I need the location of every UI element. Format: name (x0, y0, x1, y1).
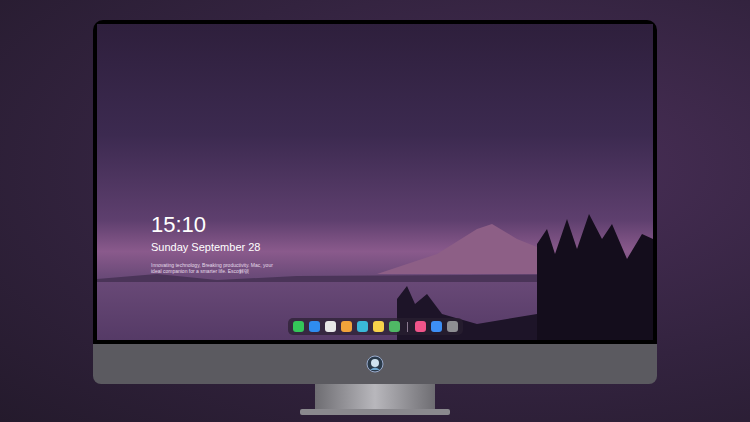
dock-app-icon[interactable] (389, 321, 400, 332)
screen: 15:10 Sunday September 28 Innovating techn… (97, 24, 653, 340)
landscape-icon (97, 24, 653, 340)
clock-tagline: Innovating technology, Breaking producti… (151, 262, 276, 274)
dock-app-icon[interactable] (341, 321, 352, 332)
monitor: 15:10 Sunday September 28 Innovating techn… (93, 20, 657, 384)
dock-app-icon[interactable] (325, 321, 336, 332)
dock (288, 318, 463, 335)
logo-icon (366, 355, 384, 373)
clock-time: 15:10 (151, 212, 653, 238)
clock-date: Sunday September 28 (151, 240, 653, 254)
lock-clock: 15:10 Sunday September 28 Innovating techn… (97, 24, 653, 274)
dock-app-icon[interactable] (309, 321, 320, 332)
dock-app-icon[interactable] (415, 321, 426, 332)
monitor-stand (315, 384, 435, 409)
dock-app-icon[interactable] (293, 321, 304, 332)
dock-app-icon[interactable] (431, 321, 442, 332)
dock-app-icon[interactable] (373, 321, 384, 332)
dock-app-icon[interactable] (357, 321, 368, 332)
dock-app-icon[interactable] (447, 321, 458, 332)
monitor-base (300, 409, 450, 415)
page: 15:10 Sunday September 28 Innovating techn… (0, 0, 750, 422)
monitor-chin (93, 344, 657, 384)
wallpaper (97, 24, 653, 340)
monitor-bezel: 15:10 Sunday September 28 Innovating techn… (93, 20, 657, 344)
dock-separator (407, 322, 408, 332)
